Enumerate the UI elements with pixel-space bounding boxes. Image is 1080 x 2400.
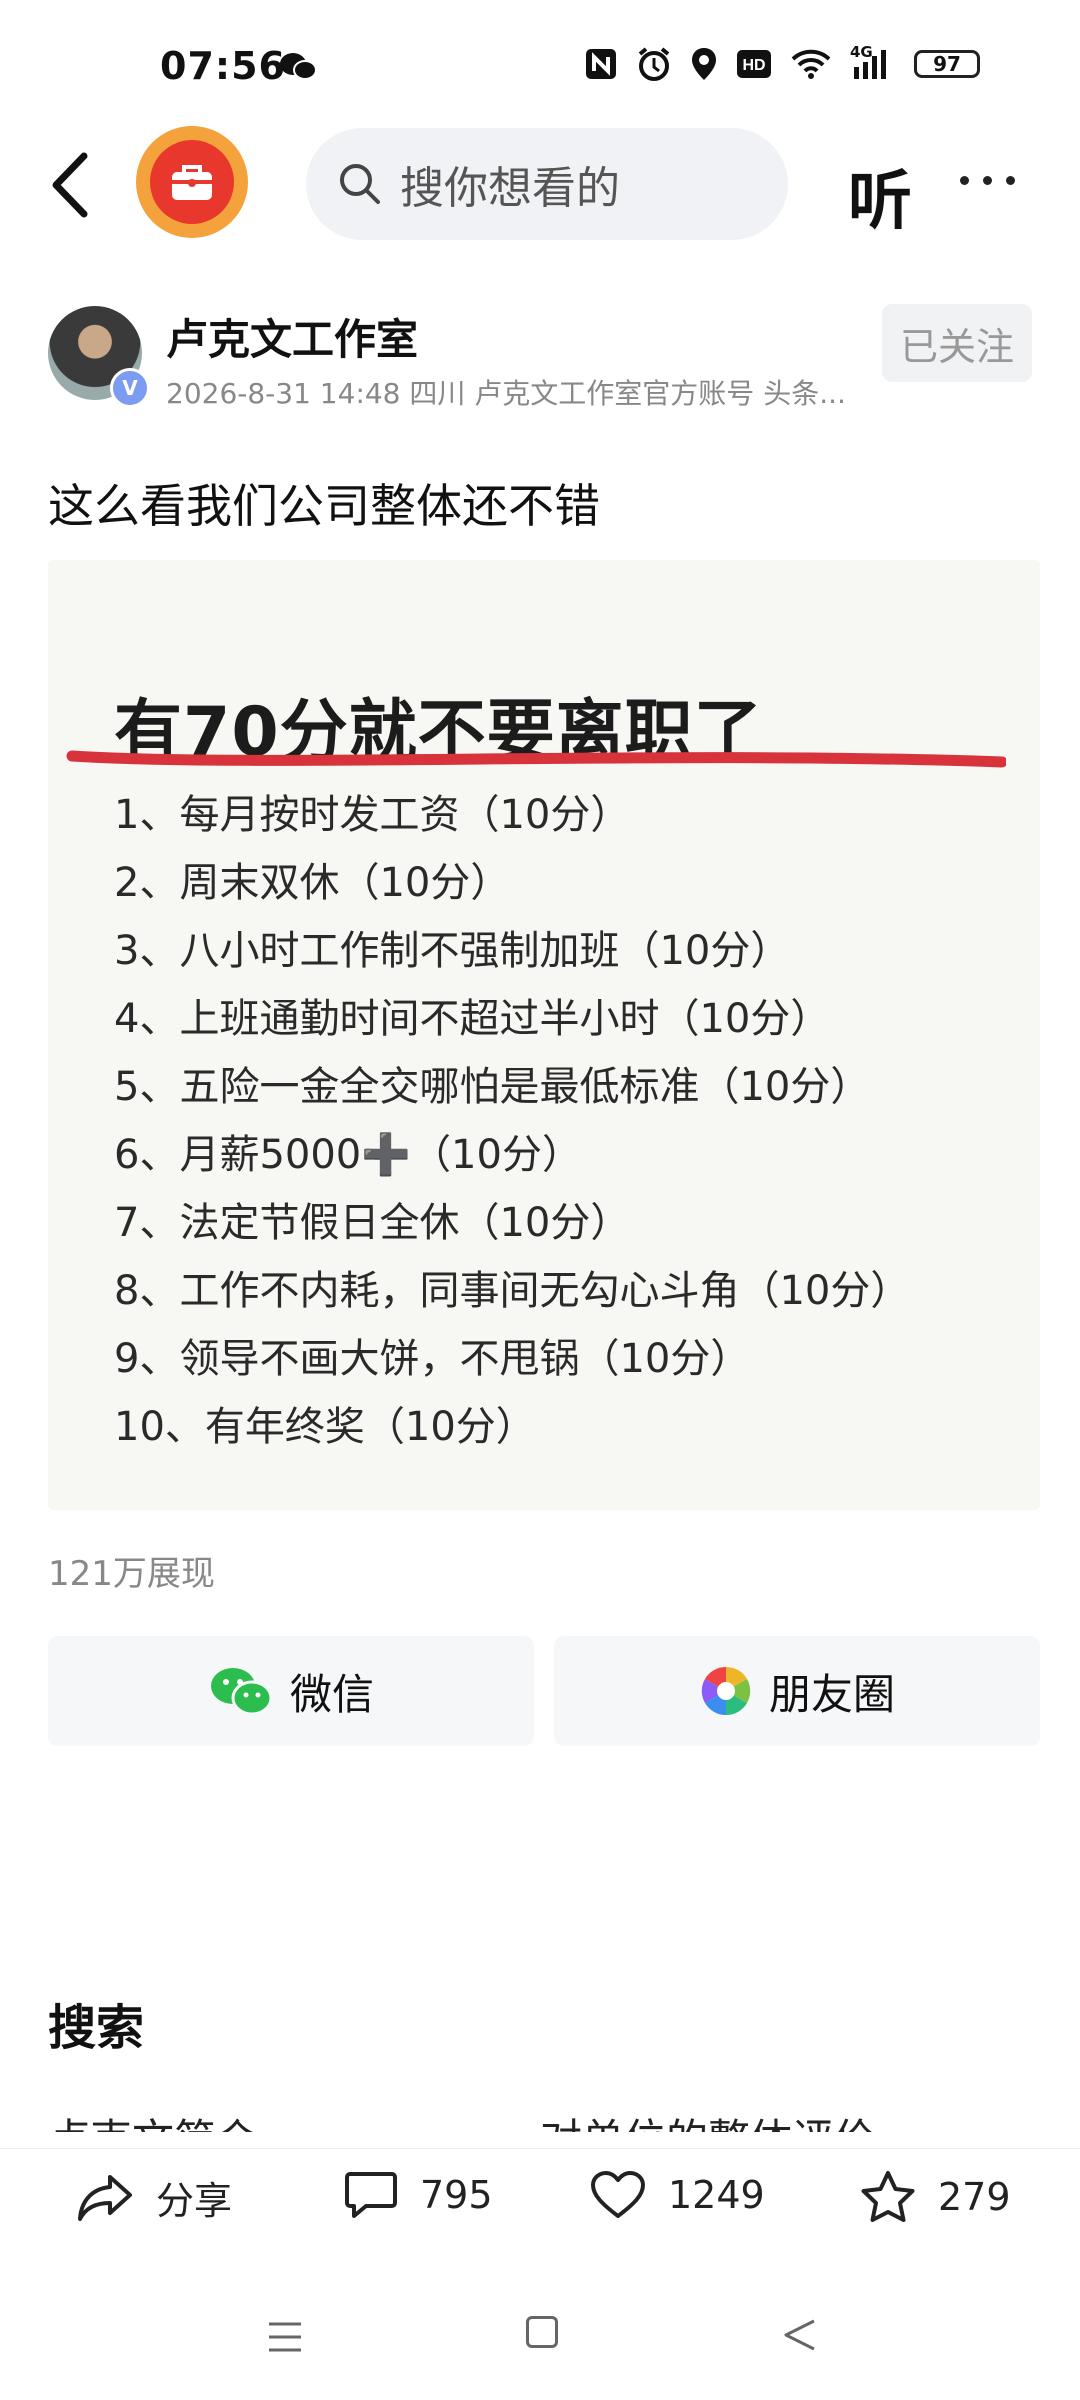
list-item: 3、八小时工作制不强制加班（10分） — [114, 928, 791, 974]
comment-icon — [345, 2172, 397, 2218]
status-icons: HD 4G 97 — [584, 43, 980, 82]
wechat-notification-icon — [278, 50, 318, 86]
share-wechat-button[interactable]: 微信 — [48, 1636, 534, 1746]
like-count: 1249 — [668, 2173, 765, 2217]
more-options-icon[interactable] — [960, 176, 1015, 185]
verified-badge-icon: V — [110, 368, 150, 408]
favorite-count: 279 — [938, 2175, 1011, 2219]
list-item: 4、上班通勤时间不超过半小时（10分） — [114, 996, 831, 1042]
author-name[interactable]: 卢克文工作室 — [166, 306, 418, 367]
post-text: 这么看我们公司整体还不错 — [48, 479, 600, 533]
list-item: 7、法定节假日全休（10分） — [114, 1200, 631, 1246]
section-title: 搜索 — [48, 2000, 145, 2056]
hd-icon: HD — [737, 50, 771, 78]
system-back-button[interactable] — [782, 2318, 818, 2356]
list-item: 10、有年终奖（10分） — [114, 1404, 536, 1450]
list-item: 9、领导不画大饼，不甩锅（10分） — [114, 1336, 751, 1382]
search-placeholder: 搜你想看的 — [400, 163, 620, 214]
moments-icon — [701, 1666, 751, 1716]
favorite-action[interactable]: 279 — [860, 2170, 1011, 2224]
view-count: 121万展现 — [48, 1554, 215, 1594]
comment-count: 795 — [420, 2173, 493, 2217]
title-underline — [66, 742, 1008, 776]
home-button[interactable] — [526, 2316, 558, 2348]
share-icon — [78, 2174, 132, 2221]
comment-action[interactable]: 795 — [344, 2170, 493, 2220]
wechat-icon — [210, 1668, 273, 1716]
wifi-icon — [791, 49, 831, 79]
battery-indicator: 97 — [914, 50, 980, 78]
location-icon — [692, 48, 716, 80]
share-wechat-label: 微信 — [289, 1669, 374, 1719]
search-bar[interactable]: 搜你想看的 — [306, 128, 788, 240]
app-logo-inner — [150, 140, 234, 224]
like-action[interactable]: 1249 — [590, 2170, 765, 2220]
follow-button[interactable]: 已关注 — [882, 304, 1032, 382]
search-suggestion-left[interactable]: 卢克文简介 — [48, 2106, 258, 2132]
bag-icon — [172, 165, 212, 200]
share-label: 分享 — [156, 2179, 233, 2223]
svg-text:HD: HD — [742, 57, 765, 74]
list-item: 6、月薪5000➕（10分） — [114, 1132, 582, 1178]
back-triangle-icon — [784, 2319, 815, 2351]
status-time: 07:56 — [160, 44, 286, 88]
search-suggestion-right[interactable]: 对单位的整体评价 — [540, 2106, 876, 2132]
search-icon — [340, 164, 380, 204]
alarm-icon — [638, 47, 670, 81]
list-item: 8、工作不内耗，同事间无勾心斗角（10分） — [114, 1268, 911, 1314]
share-moments-button[interactable]: 朋友圈 — [554, 1636, 1040, 1746]
heart-icon — [591, 2171, 645, 2218]
list-item: 2、周末双休（10分） — [114, 860, 511, 906]
back-button[interactable] — [48, 150, 92, 224]
post-meta: 2026-8-31 14:48 四川 卢克文工作室官方账号 头条... — [166, 377, 846, 410]
share-action[interactable]: 分享 — [76, 2170, 232, 2225]
menu-icon — [269, 2322, 301, 2352]
app-logo[interactable] — [136, 126, 248, 238]
list-item: 5、五险一金全交哪怕是最低标准（10分） — [114, 1064, 871, 1110]
recent-apps-button[interactable] — [266, 2320, 304, 2358]
star-icon — [861, 2171, 915, 2222]
signal-icon: 4G — [850, 43, 896, 81]
back-arrow-icon — [52, 152, 88, 218]
nfc-icon — [586, 49, 616, 79]
share-moments-label: 朋友圈 — [768, 1669, 895, 1719]
listen-button[interactable]: 听 — [848, 150, 912, 242]
list-item: 1、每月按时发工资（10分） — [114, 792, 631, 838]
status-bar: 07:56 HD 4G 97 — [0, 0, 1080, 130]
